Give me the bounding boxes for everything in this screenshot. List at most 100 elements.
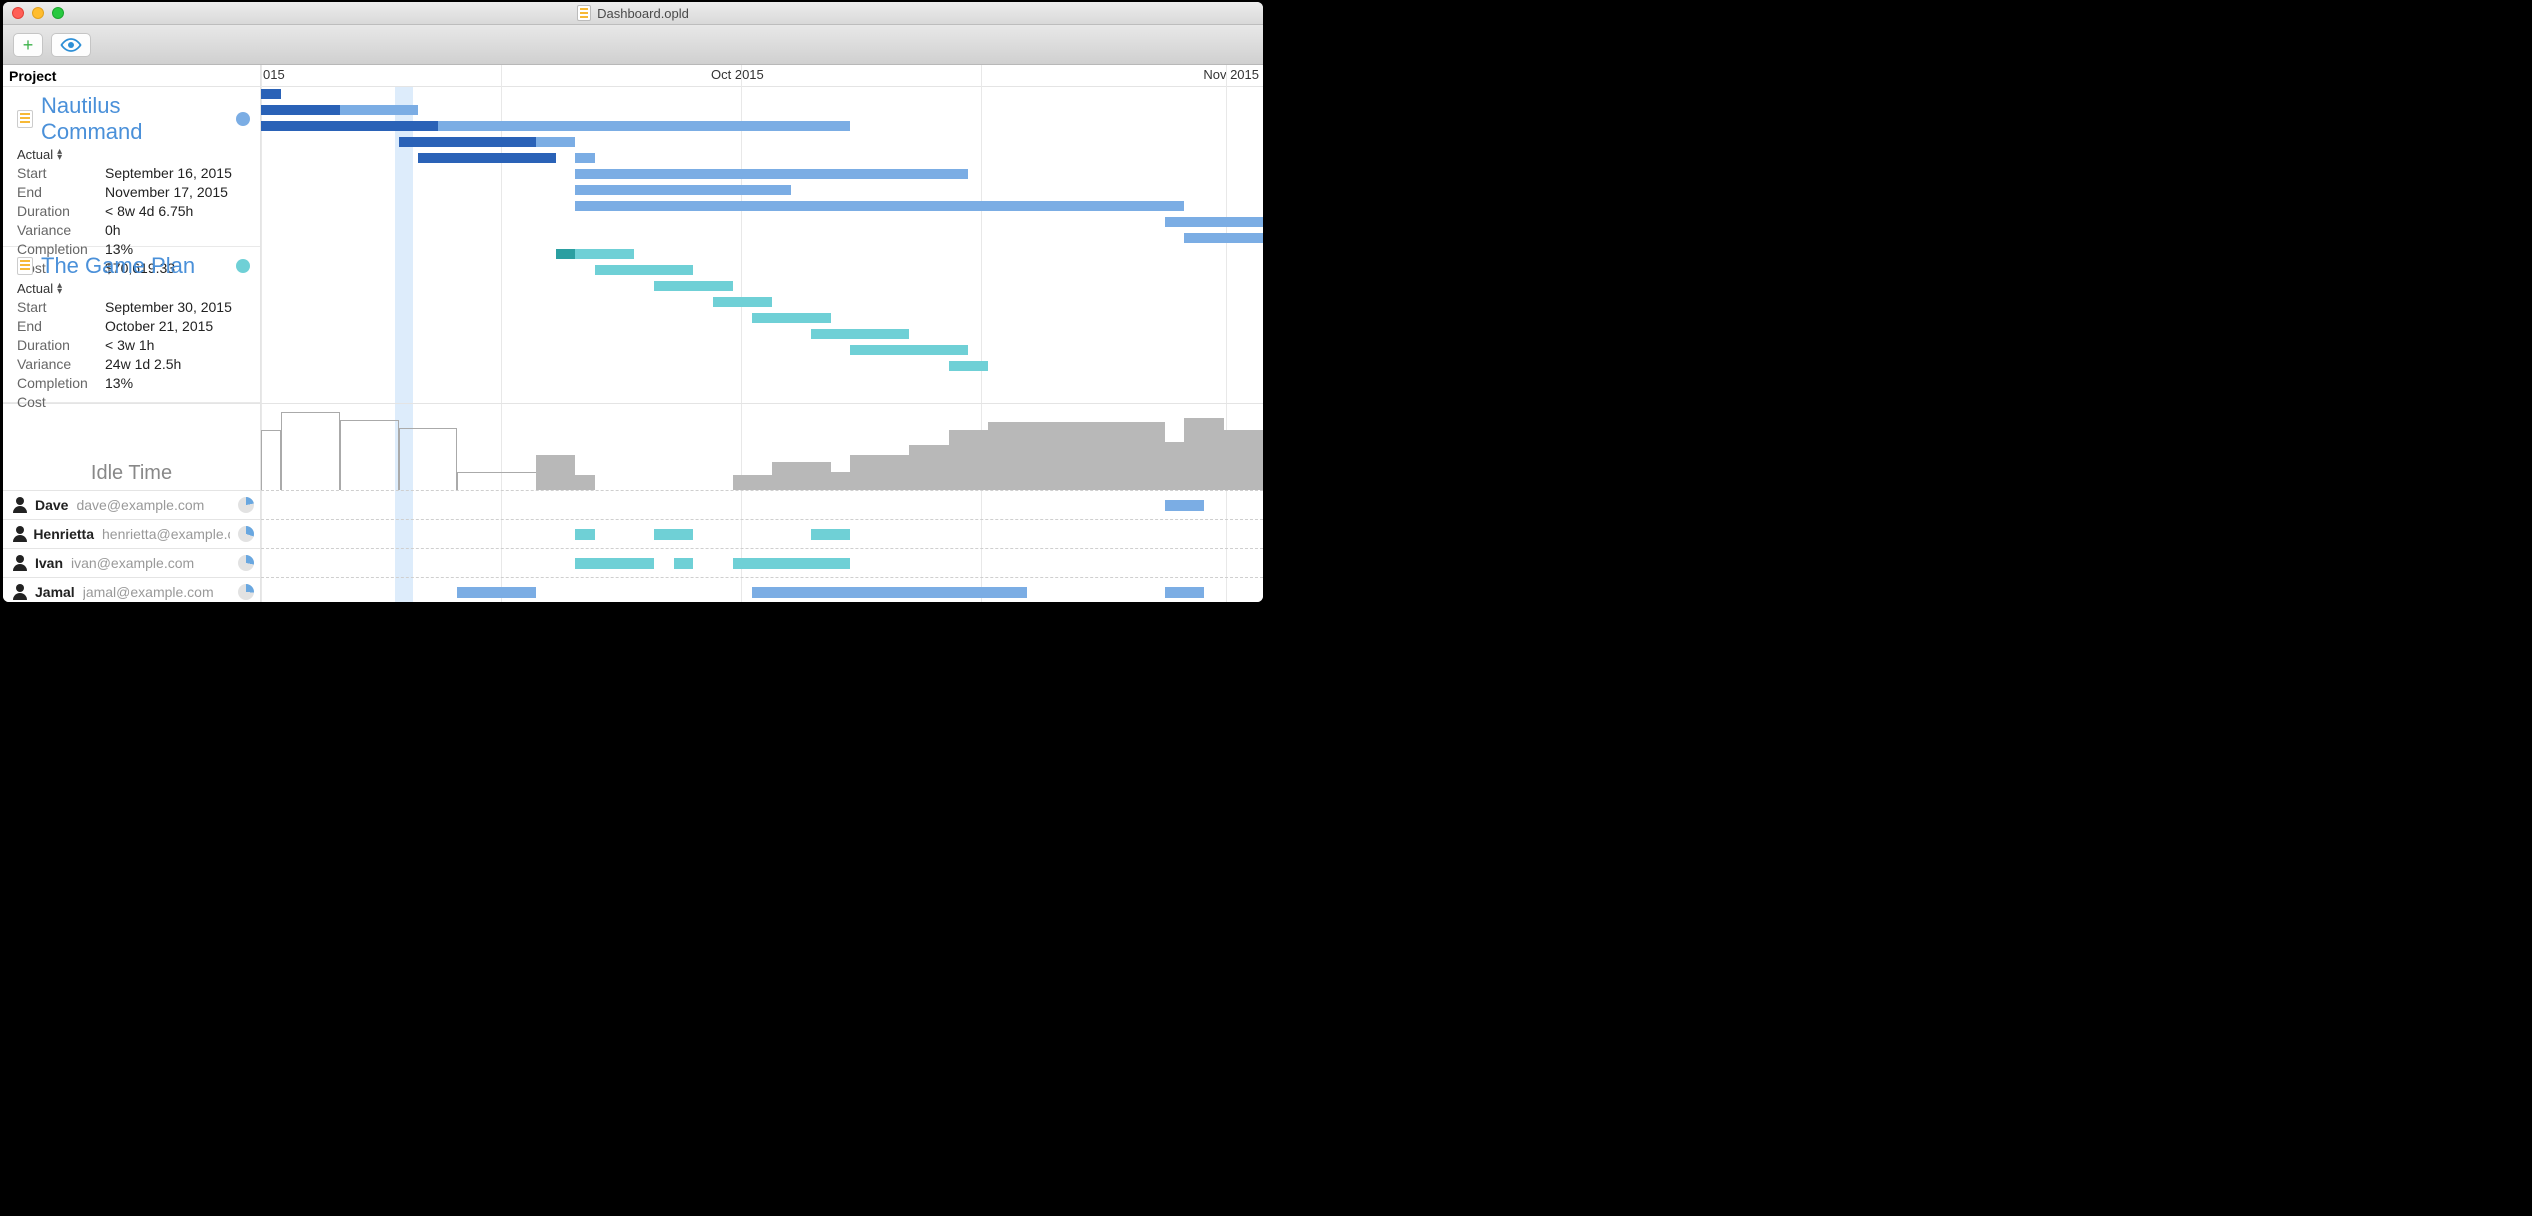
completion-value: 13% — [105, 375, 133, 391]
resource-name: Jamal — [35, 584, 75, 600]
project-color-dot — [236, 259, 250, 273]
toolbar: + — [3, 25, 1263, 65]
resource-lane — [261, 577, 1263, 602]
gantt-bar — [556, 249, 576, 259]
duration-value: < 3w 1h — [105, 337, 154, 353]
gantt-bar — [949, 361, 988, 371]
resource-email: dave@example.com — [76, 497, 204, 513]
start-value: September 30, 2015 — [105, 299, 232, 315]
gantt-bar — [575, 169, 968, 179]
resource-email: ivan@example.com — [71, 555, 194, 571]
resource-row-dave[interactable]: Dave dave@example.com — [3, 490, 260, 519]
project-gameplan[interactable]: The Game Plan Actual ▴▾ StartSeptember 3… — [3, 247, 260, 403]
start-value: September 16, 2015 — [105, 165, 232, 181]
variance-label: Variance — [17, 222, 105, 238]
idle-time-label: Idle Time — [3, 403, 260, 490]
resource-bar — [575, 558, 654, 569]
mode-label: Actual — [17, 147, 53, 162]
idle-bar — [1224, 430, 1263, 490]
minimize-icon[interactable] — [32, 7, 44, 19]
idle-bar — [1165, 442, 1185, 490]
cost-label: Cost — [17, 394, 105, 410]
load-pie-icon — [238, 555, 254, 571]
resource-name: Henrietta — [33, 526, 94, 542]
gantt-bar — [536, 137, 575, 147]
person-icon — [13, 497, 27, 513]
view-button[interactable] — [51, 33, 91, 57]
gantt-bar — [399, 137, 537, 147]
resource-lane — [261, 490, 1263, 519]
completion-label: Completion — [17, 375, 105, 391]
idle-bar — [909, 445, 948, 490]
person-icon — [13, 584, 27, 600]
gantt-bar — [261, 89, 281, 99]
titlebar[interactable]: Dashboard.opld — [3, 2, 1263, 25]
idle-bar — [399, 428, 458, 490]
gantt-bar — [811, 329, 909, 339]
mode-selector[interactable]: Actual ▴▾ — [17, 281, 62, 296]
person-icon — [13, 555, 27, 571]
resource-bar — [457, 587, 536, 598]
chart-area[interactable]: 015 Oct 2015 Nov 2015 — [261, 65, 1263, 602]
zoom-icon[interactable] — [52, 7, 64, 19]
gantt-bar — [575, 201, 1184, 211]
mode-label: Actual — [17, 281, 53, 296]
variance-label: Variance — [17, 356, 105, 372]
load-pie-icon — [238, 526, 254, 542]
close-icon[interactable] — [12, 7, 24, 19]
gantt-bar — [1184, 233, 1263, 243]
resource-bar — [811, 529, 850, 540]
gantt-bar — [261, 121, 438, 131]
project-column-header[interactable]: Project — [3, 65, 260, 87]
idle-bar — [733, 475, 772, 490]
start-label: Start — [17, 299, 105, 315]
gantt-bar — [575, 153, 595, 163]
resource-row-henrietta[interactable]: Henrietta henrietta@example.com — [3, 519, 260, 548]
idle-bar — [949, 430, 988, 490]
idle-bar — [988, 422, 1165, 490]
person-icon — [13, 526, 25, 542]
resource-email: jamal@example.com — [83, 584, 214, 600]
idle-bar — [281, 412, 340, 490]
project-nautilus[interactable]: Nautilus Command Actual ▴▾ StartSeptembe… — [3, 87, 260, 247]
end-value: October 21, 2015 — [105, 318, 213, 334]
resource-email: henrietta@example.com — [102, 526, 230, 542]
gantt-bar — [595, 265, 693, 275]
gantt-bar — [575, 249, 634, 259]
project-title: The Game Plan — [41, 253, 195, 279]
resource-bar — [674, 558, 694, 569]
idle-bar — [340, 420, 399, 490]
end-label: End — [17, 318, 105, 334]
variance-value: 0h — [105, 222, 121, 238]
gantt-bar — [1165, 217, 1263, 227]
idle-chart — [261, 403, 1263, 490]
resource-bar — [752, 587, 1027, 598]
gantt-bar — [418, 153, 556, 163]
document-icon — [577, 5, 591, 21]
load-pie-icon — [238, 497, 254, 513]
gantt-bar — [438, 121, 851, 131]
project-color-dot — [236, 112, 250, 126]
mode-selector[interactable]: Actual ▴▾ — [17, 147, 62, 162]
project-title: Nautilus Command — [41, 93, 228, 145]
variance-value: 24w 1d 2.5h — [105, 356, 181, 372]
resource-row-jamal[interactable]: Jamal jamal@example.com — [3, 577, 260, 602]
resource-bar — [733, 558, 851, 569]
resource-name: Ivan — [35, 555, 63, 571]
load-pie-icon — [238, 584, 254, 600]
plus-icon: + — [23, 36, 34, 54]
idle-bar — [261, 430, 281, 490]
idle-bar — [772, 462, 831, 490]
resource-bar — [654, 529, 693, 540]
eye-icon — [60, 38, 82, 52]
resource-row-ivan[interactable]: Ivan ivan@example.com — [3, 548, 260, 577]
add-button[interactable]: + — [13, 33, 43, 57]
traffic-lights — [12, 7, 64, 19]
gantt-bar — [713, 297, 772, 307]
gantt-bar — [340, 105, 419, 115]
project-icon — [17, 110, 33, 128]
idle-bar — [1184, 418, 1223, 490]
gantt-bar — [752, 313, 831, 323]
project-icon — [17, 257, 33, 275]
resource-bar — [575, 529, 595, 540]
